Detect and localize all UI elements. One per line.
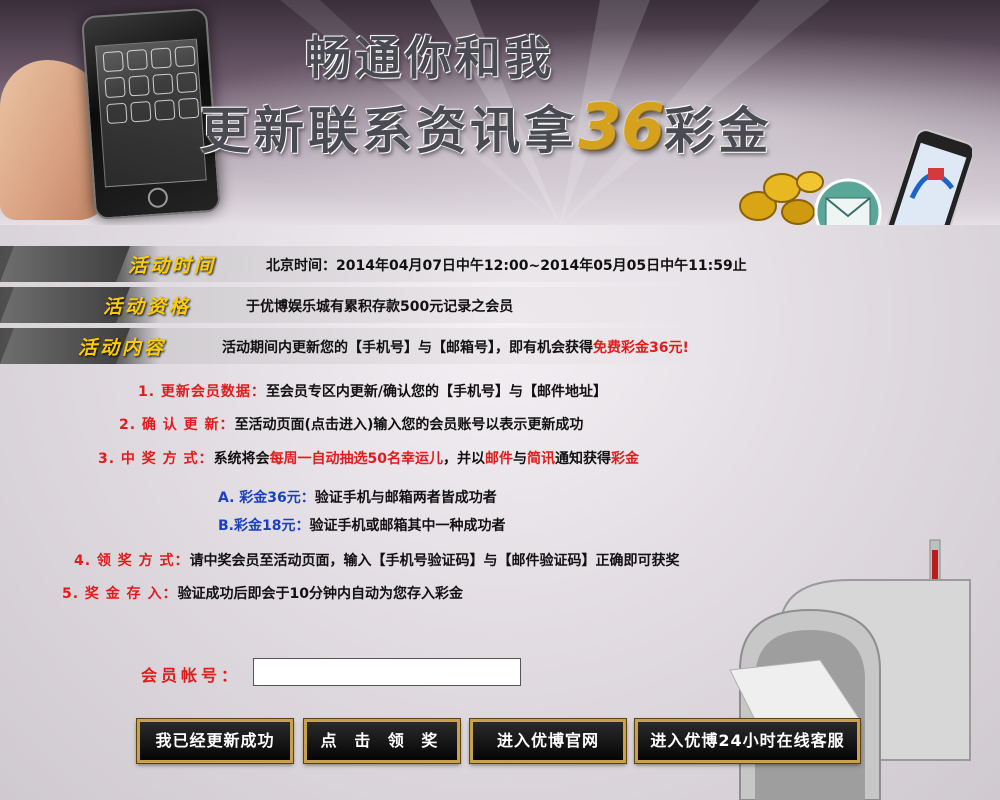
section-content: 活动内容 活动期间内更新您的【手机号】与【邮箱号】，即有机会获得免费彩金36元! bbox=[0, 328, 1000, 364]
account-input[interactable] bbox=[253, 658, 521, 686]
banner-title-number: 36 bbox=[578, 90, 665, 163]
rule-deposit: 5. 奖 金 存 入：验证成功后即会于10分钟内自动为您存入彩金 bbox=[62, 586, 464, 602]
updated-success-button[interactable]: 我已经更新成功 bbox=[136, 718, 294, 764]
section-time: 活动时间 北京时间：2014年04月07日中午12:00~2014年05月05日… bbox=[0, 246, 1000, 282]
rule-label: 2. 确 认 更 新： bbox=[119, 417, 235, 433]
phone-icon bbox=[884, 129, 972, 225]
section-content-highlight: 免费彩金36元! bbox=[593, 340, 689, 356]
section-eligibility-text: 于优博娱乐城有累积存款500元记录之会员 bbox=[246, 299, 514, 315]
claim-prize-button[interactable]: 点 击 领 奖 bbox=[303, 718, 461, 764]
rule-claim-method: 4. 领 奖 方 式：请中奖会员至活动页面，输入【手机号验证码】与【邮件验证码】… bbox=[74, 553, 680, 569]
banner-title-line2: 更新联系资讯拿36彩金 bbox=[200, 90, 773, 163]
rule-label: 4. 领 奖 方 式： bbox=[74, 553, 190, 569]
rule-winning-method: 3. 中 奖 方 式：系统将会每周一自动抽选50名幸运儿，并以邮件与简讯通知获得… bbox=[98, 451, 640, 467]
rule-label: 1. 更新会员数据： bbox=[138, 384, 266, 400]
section-time-tag: 活动时间 bbox=[128, 255, 217, 277]
banner-title-line1: 畅通你和我 bbox=[305, 31, 555, 85]
section-eligibility-tag: 活动资格 bbox=[103, 296, 192, 318]
promo-banner: 畅通你和我 更新联系资讯拿36彩金 bbox=[0, 0, 1000, 225]
rule-label: B.彩金18元： bbox=[218, 518, 310, 534]
rule-prize-a: A. 彩金36元：验证手机与邮箱两者皆成功者 bbox=[218, 490, 497, 506]
section-eligibility: 活动资格 于优博娱乐城有累积存款500元记录之会员 bbox=[0, 287, 1000, 323]
account-label: 会员帐号： bbox=[141, 666, 242, 685]
rule-prize-b: B.彩金18元：验证手机或邮箱其中一种成功者 bbox=[218, 518, 506, 534]
rule-label: 3. 中 奖 方 式： bbox=[98, 451, 214, 467]
envelope-icon bbox=[814, 178, 882, 225]
online-support-button[interactable]: 进入优博24小时在线客服 bbox=[634, 718, 861, 764]
section-content-tag: 活动内容 bbox=[78, 337, 167, 359]
rule-update-data: 1. 更新会员数据：至会员专区内更新/确认您的【手机号】与【邮件地址】 bbox=[138, 384, 608, 400]
section-content-text: 活动期间内更新您的【手机号】与【邮箱号】，即有机会获得免费彩金36元! bbox=[222, 340, 689, 356]
rule-label: A. 彩金36元： bbox=[218, 490, 315, 506]
rule-confirm-update: 2. 确 认 更 新：至活动页面(点击进入)输入您的会员账号以表示更新成功 bbox=[119, 417, 584, 433]
official-site-button[interactable]: 进入优博官网 bbox=[469, 718, 627, 764]
section-time-text: 北京时间：2014年04月07日中午12:00~2014年05月05日中午11:… bbox=[266, 258, 747, 274]
rule-label: 5. 奖 金 存 入： bbox=[62, 586, 178, 602]
